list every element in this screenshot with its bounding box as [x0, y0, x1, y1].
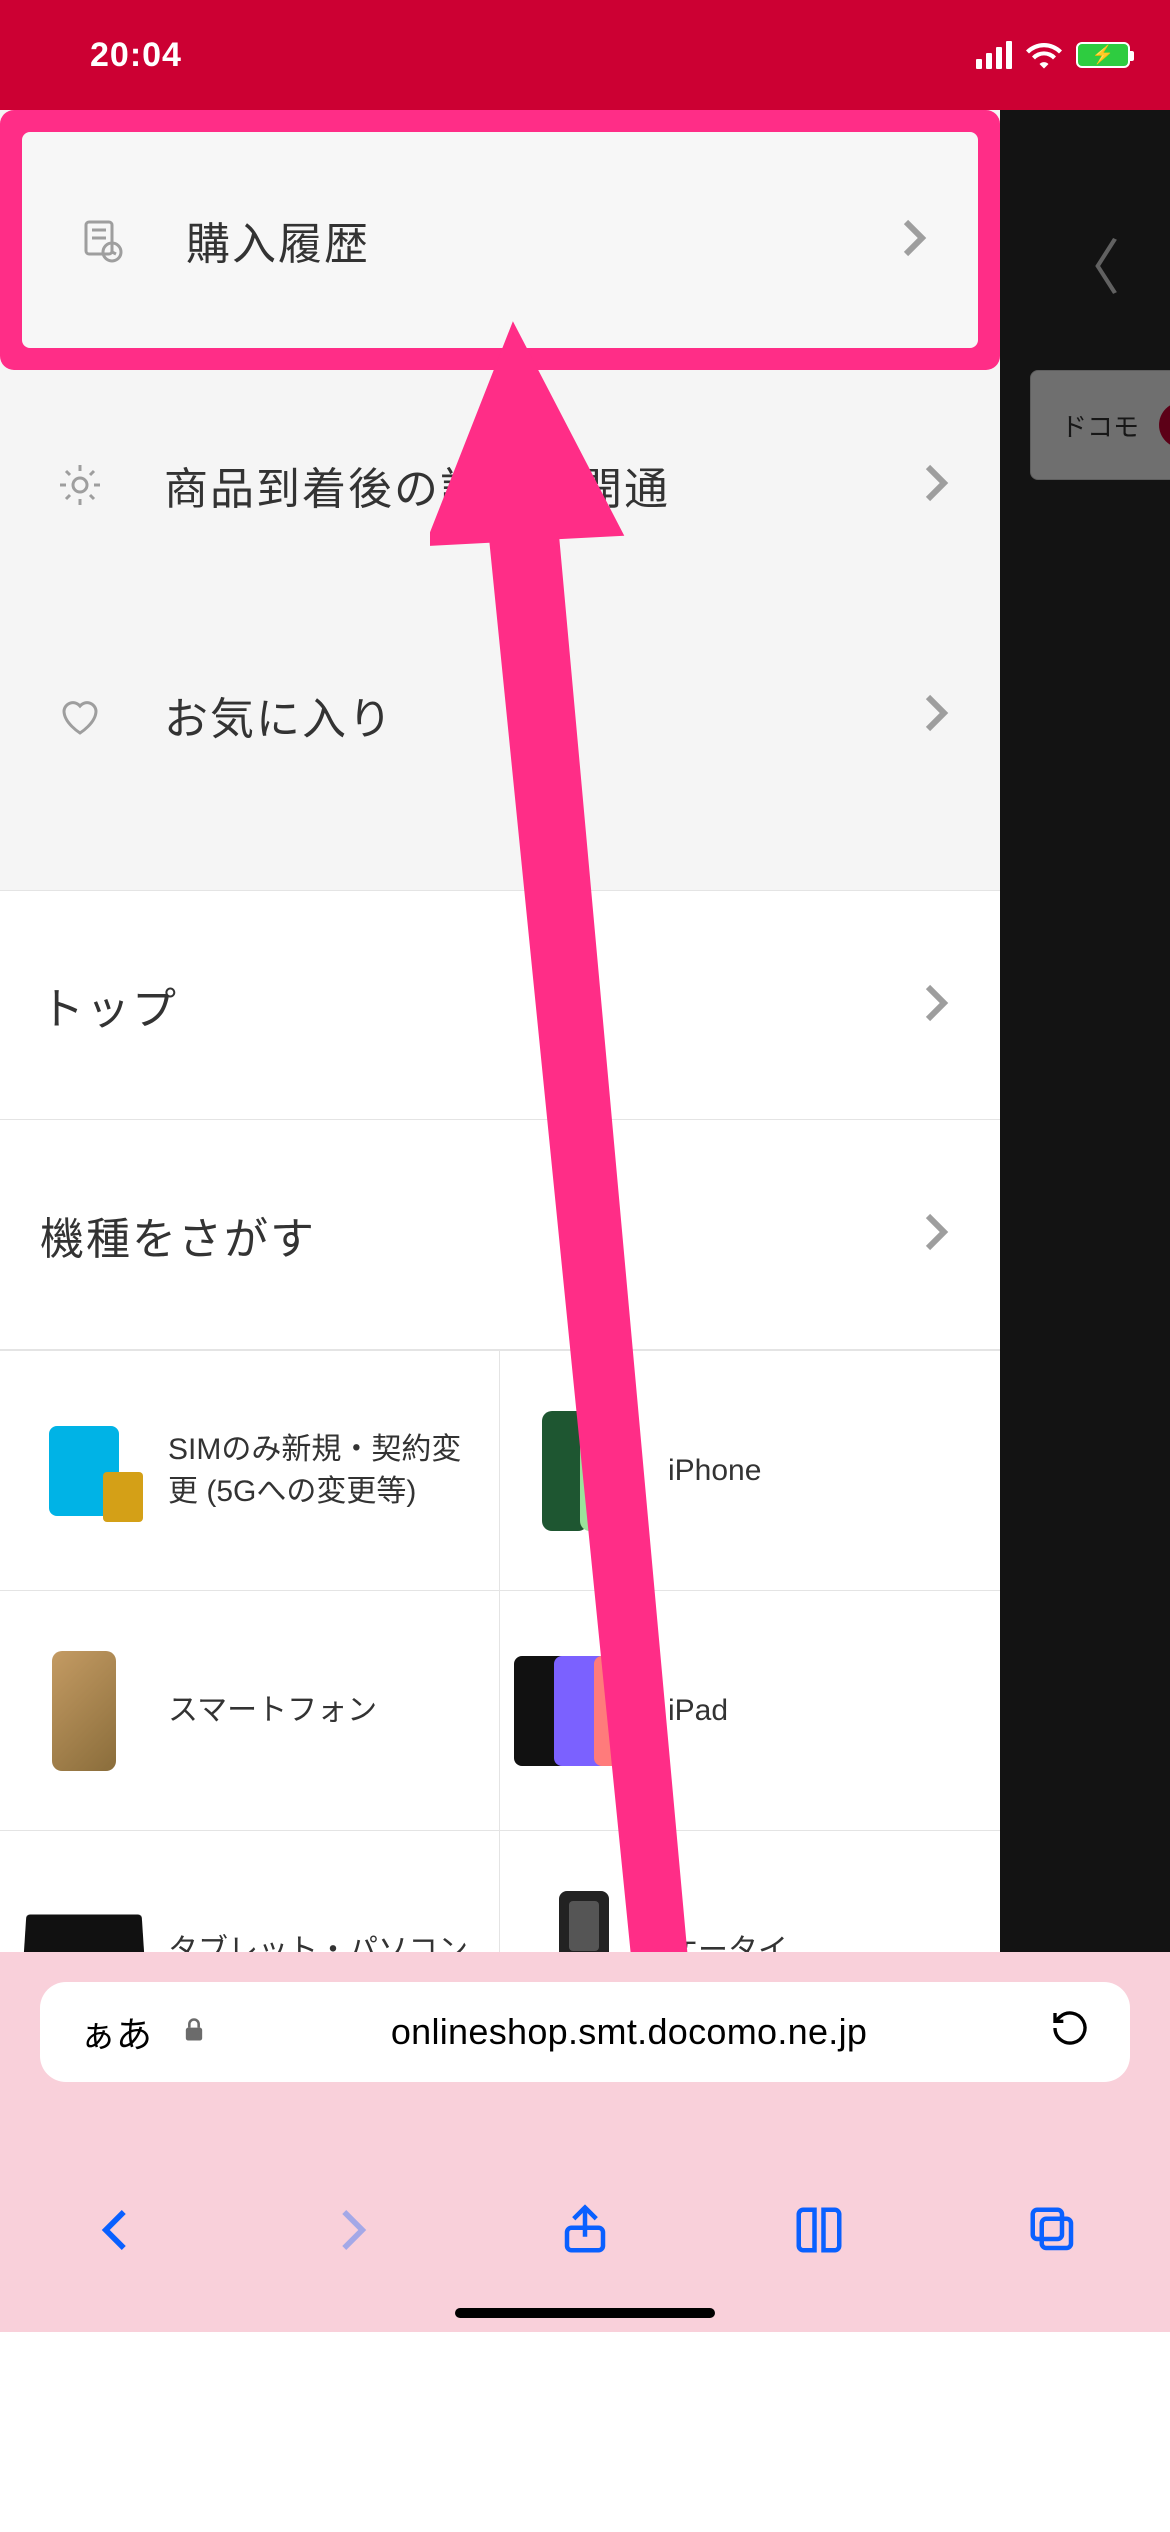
docomo-account-card: ドコモ d: [1030, 370, 1170, 480]
heart-icon: [40, 675, 120, 755]
home-indicator[interactable]: [455, 2308, 715, 2318]
category-label: iPad: [668, 1690, 728, 1732]
highlight-outline: 購入履歴: [0, 110, 1000, 370]
wifi-icon: [1026, 41, 1062, 69]
menu-item-label: 購入履歴: [186, 208, 370, 272]
category-label: スマートフォン: [168, 1690, 377, 1732]
menu-item-label: トップ: [40, 973, 178, 1037]
category-iphone[interactable]: iPhone: [500, 1350, 1000, 1590]
menu-item-favorites[interactable]: お気に入り: [0, 600, 1000, 830]
menu-item-label: お気に入り: [164, 683, 394, 747]
status-icons: ⚡: [976, 41, 1130, 69]
status-bar: 20:04 ⚡: [0, 0, 1170, 110]
chevron-right-icon: [912, 1208, 960, 1261]
bookmarks-button[interactable]: [792, 2203, 846, 2262]
menu-item-setup-after-delivery[interactable]: 商品到着後の設定・開通: [0, 370, 1000, 600]
iphone-icon: [524, 1401, 644, 1541]
gear-icon: [40, 445, 120, 525]
docomo-label: ドコモ: [1061, 407, 1139, 444]
share-button[interactable]: [558, 2203, 612, 2262]
category-ipad[interactable]: iPad: [500, 1590, 1000, 1830]
chevron-right-icon: [912, 979, 960, 1032]
category-sim-only[interactable]: SIMのみ新規・契約変更 (5Gへの変更等): [0, 1350, 500, 1590]
smartphone-icon: [24, 1641, 144, 1781]
chevron-right-icon: [890, 214, 938, 267]
url-domain: onlineshop.smt.docomo.ne.jp: [236, 2011, 1022, 2053]
menu-item-search-device[interactable]: 機種をさがす: [0, 1120, 1000, 1350]
back-button[interactable]: [90, 2203, 144, 2262]
chevron-right-icon: [912, 689, 960, 742]
menu-item-label: 機種をさがす: [40, 1203, 316, 1267]
url-bar[interactable]: ぁあ onlineshop.smt.docomo.ne.jp: [40, 1982, 1130, 2082]
safari-toolbar: [0, 2172, 1170, 2292]
battery-icon: ⚡: [1076, 42, 1130, 68]
ipad-icon: [524, 1641, 644, 1781]
history-icon: [62, 200, 142, 280]
reload-button[interactable]: [1050, 2008, 1090, 2057]
safari-chrome: ぁあ onlineshop.smt.docomo.ne.jp: [0, 1952, 1170, 2332]
category-label: iPhone: [668, 1450, 761, 1492]
lock-icon: [180, 2011, 208, 2053]
category-smartphone[interactable]: スマートフォン: [0, 1590, 500, 1830]
chevron-right-icon: [912, 459, 960, 512]
menu-item-label: 商品到着後の設定・開通: [164, 453, 670, 517]
back-chevron-icon: 〈: [1060, 220, 1120, 307]
cellular-icon: [976, 41, 1012, 69]
sim-chip-icon: [24, 1401, 144, 1541]
status-time: 20:04: [90, 36, 182, 75]
category-label: SIMのみ新規・契約変更 (5Gへの変更等): [168, 1429, 475, 1513]
menu-item-top[interactable]: トップ: [0, 890, 1000, 1120]
d-logo-icon: d: [1159, 402, 1170, 448]
forward-button[interactable]: [324, 2203, 378, 2262]
aa-button[interactable]: ぁあ: [80, 2006, 152, 2058]
tabs-button[interactable]: [1026, 2203, 1080, 2262]
menu-item-purchase-history[interactable]: 購入履歴: [22, 132, 978, 348]
